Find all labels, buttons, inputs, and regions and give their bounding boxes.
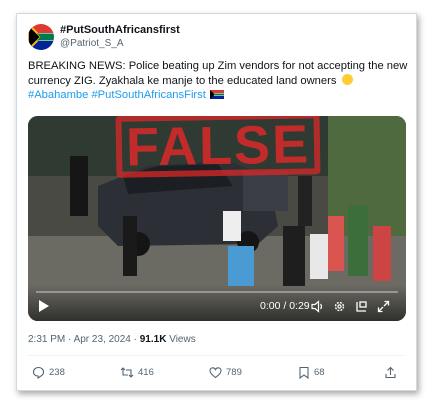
tweet-card: #PutSouthAfricansfirst @Patriot_S_A BREA… — [16, 13, 417, 391]
hashtags[interactable]: #Abahambe #PutSouthAfricansFirst — [28, 89, 206, 101]
south-africa-flag-emoji-icon — [209, 90, 224, 99]
tweet-text: BREAKING NEWS: Police beating up Zim ven… — [28, 59, 410, 103]
bookmark-count: 68 — [314, 367, 325, 378]
user-handle[interactable]: @Patriot_S_A — [60, 37, 180, 50]
video-player[interactable]: FALSE 0:00 / 0:29 — [28, 116, 406, 321]
like-count: 789 — [226, 367, 242, 378]
reply-icon — [32, 366, 45, 379]
laughing-emoji-icon — [341, 73, 353, 85]
video-controls: 0:00 / 0:29 — [28, 285, 406, 321]
view-count: 91.1K — [139, 334, 167, 345]
retweet-icon — [120, 367, 134, 378]
video-time: 0:00 / 0:29 — [260, 300, 310, 312]
bookmark-icon — [299, 366, 309, 379]
retweet-count: 416 — [138, 367, 154, 378]
tweet-header: #PutSouthAfricansfirst @Patriot_S_A — [28, 23, 180, 51]
progress-bar[interactable] — [36, 291, 398, 293]
like-button[interactable]: 789 — [209, 366, 242, 379]
display-name[interactable]: #PutSouthAfricansfirst — [60, 24, 180, 37]
tweet-meta: 2:31 PM · Apr 23, 2024 · 91.1K Views — [28, 334, 196, 345]
action-bar: 238 416 789 68 — [28, 366, 408, 382]
false-stamp: FALSE — [115, 116, 321, 178]
south-africa-flag-icon — [28, 24, 54, 50]
fullscreen-icon[interactable] — [377, 300, 390, 313]
reply-count: 238 — [49, 367, 65, 378]
picture-in-picture-icon[interactable] — [355, 300, 368, 313]
volume-icon[interactable] — [311, 300, 324, 313]
heart-icon — [209, 367, 222, 379]
divider — [28, 355, 405, 356]
views-label: Views — [166, 334, 196, 345]
avatar[interactable] — [28, 24, 54, 50]
share-icon — [385, 366, 396, 379]
retweet-button[interactable]: 416 — [120, 366, 154, 379]
bookmark-button[interactable]: 68 — [298, 366, 325, 379]
timestamp[interactable]: 2:31 PM · Apr 23, 2024 · — [28, 334, 140, 345]
reply-button[interactable]: 238 — [32, 366, 65, 379]
settings-gear-icon[interactable] — [333, 300, 346, 313]
share-button[interactable] — [384, 366, 401, 379]
play-icon[interactable] — [38, 299, 50, 313]
